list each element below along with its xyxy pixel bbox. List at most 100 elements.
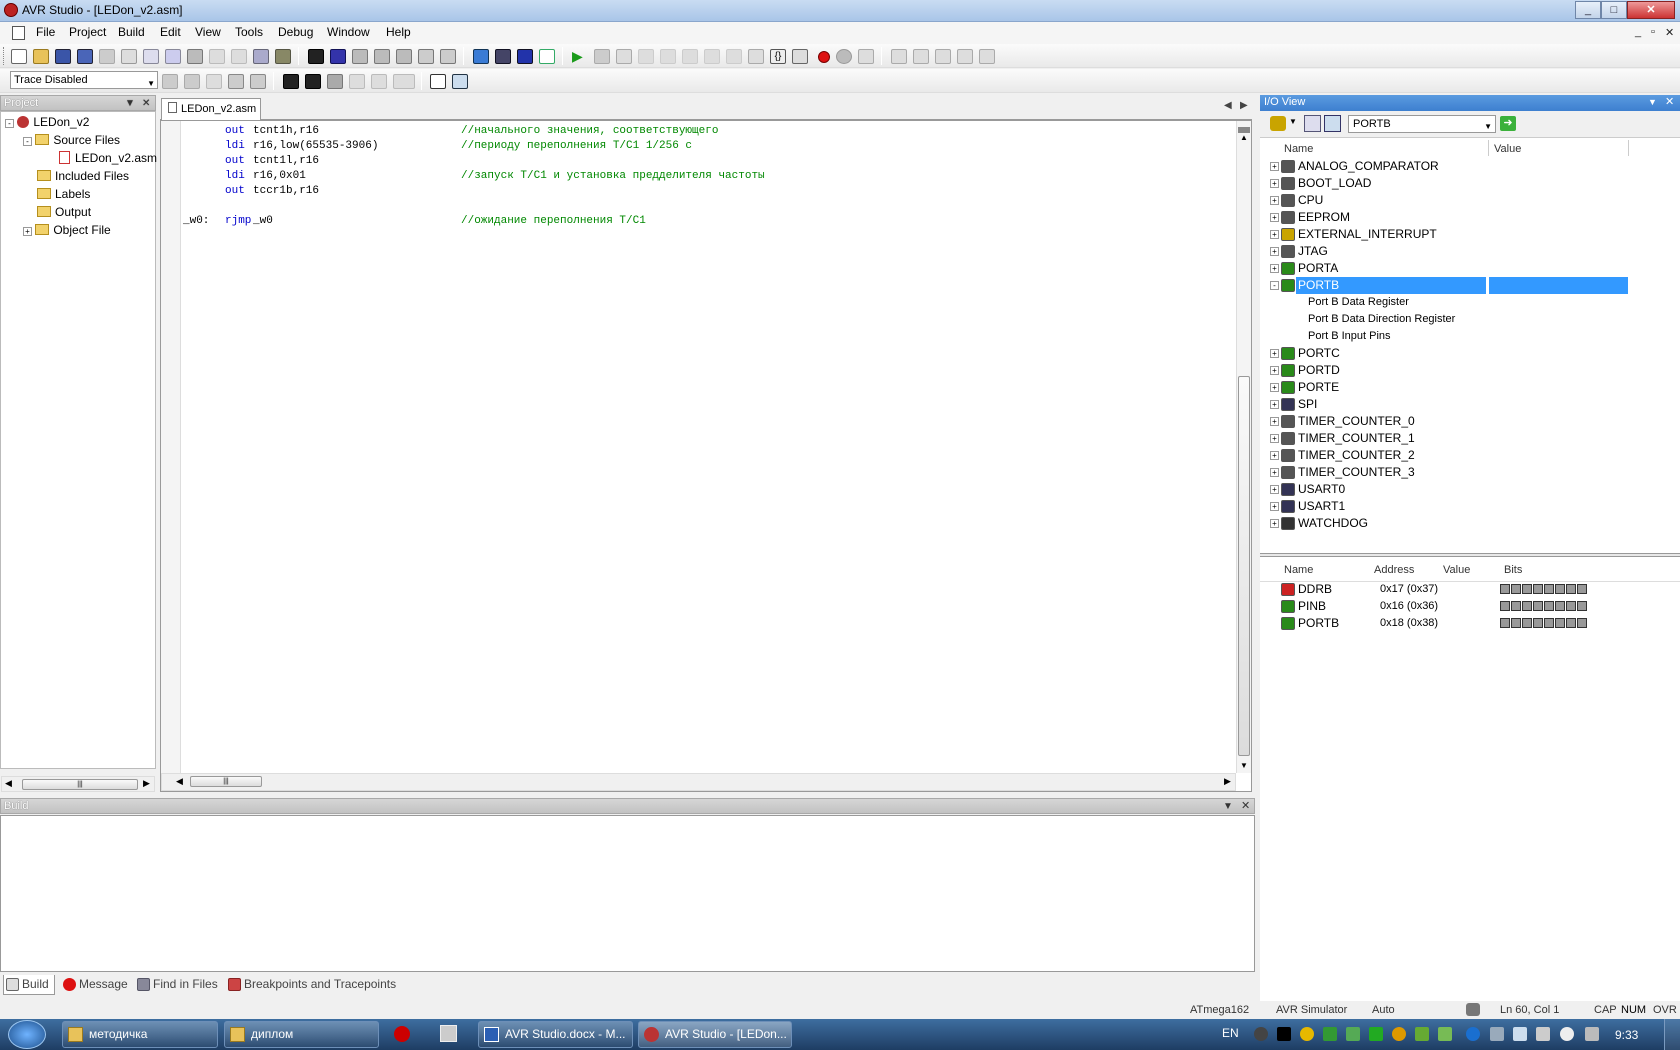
io-item-timer_counter_1[interactable]: + TIMER_COUNTER_1 — [1260, 430, 1680, 447]
start-button[interactable] — [8, 1020, 46, 1049]
tab-message[interactable]: Message — [61, 975, 128, 995]
expand-icon[interactable]: + — [1270, 230, 1279, 239]
replace-icon[interactable] — [330, 49, 346, 64]
tab-ledon-asm[interactable]: LEDon_v2.asm — [161, 98, 261, 120]
io-item-usart0[interactable]: + USART0 — [1260, 481, 1680, 498]
tree-included-files[interactable]: Included Files — [37, 167, 129, 185]
code-line[interactable]: ldi r16,low(65535-3906) //периоду переполн… — [183, 139, 1233, 154]
expand-icon[interactable]: + — [1270, 502, 1279, 511]
reg-col-address[interactable]: Address — [1374, 564, 1414, 576]
pinned-app-icon[interactable] — [440, 1025, 457, 1042]
menu-build[interactable]: Build — [118, 25, 145, 39]
new-file-icon[interactable] — [11, 49, 27, 64]
io-item-watchdog[interactable]: + WATCHDOG — [1260, 515, 1680, 532]
io-item-porta[interactable]: + PORTA — [1260, 260, 1680, 277]
expand-icon[interactable]: + — [1270, 213, 1279, 222]
scroll-thumb[interactable]: ||| — [190, 776, 262, 787]
bookmark-clear-icon[interactable] — [396, 49, 412, 64]
mdi-minimize-button[interactable]: _ — [1635, 26, 1641, 38]
maximize-button[interactable]: □ — [1601, 1, 1627, 19]
bit-cell[interactable] — [1533, 601, 1543, 611]
scroll-down-icon[interactable]: ▼ — [1240, 761, 1248, 770]
project-hscroll[interactable]: ◀ ||| ▶ — [1, 776, 155, 792]
expand-icon[interactable]: + — [1270, 179, 1279, 188]
stop-icon[interactable] — [594, 49, 610, 64]
io-item-timer_counter_2[interactable]: + TIMER_COUNTER_2 — [1260, 447, 1680, 464]
windows-icon[interactable] — [253, 49, 269, 64]
build-icon[interactable] — [473, 49, 489, 64]
watch-icon[interactable] — [891, 49, 907, 64]
tray-app4-icon[interactable] — [1438, 1027, 1452, 1041]
task-word-doc[interactable]: AVR Studio.docx - M... — [478, 1021, 633, 1048]
expand-icon[interactable]: + — [1270, 451, 1279, 460]
tree-labels[interactable]: Labels — [37, 185, 90, 203]
expand-icon[interactable]: + — [1270, 264, 1279, 273]
io-item-external_interrupt[interactable]: + EXTERNAL_INTERRUPT — [1260, 226, 1680, 243]
minimize-button[interactable]: _ — [1575, 1, 1601, 19]
io-item-usart1[interactable]: + USART1 — [1260, 498, 1680, 515]
bit-cell[interactable] — [1544, 601, 1554, 611]
tree-root[interactable]: - LEDon_v2 — [5, 113, 89, 131]
step-out-icon[interactable] — [726, 49, 742, 64]
code-line[interactable]: out tcnt1h,r16 //начального значения, соот… — [183, 124, 1233, 139]
tree-view-icon[interactable] — [1304, 115, 1321, 132]
code-line[interactable]: out tccr1b,r16 — [183, 184, 1233, 199]
expand-icon[interactable]: + — [1270, 349, 1279, 358]
expand-icon[interactable]: + — [23, 227, 32, 236]
scroll-right-icon[interactable]: ▶ — [143, 778, 150, 789]
panel-close-icon[interactable]: ✕ — [142, 97, 150, 111]
menu-tools[interactable]: Tools — [235, 25, 263, 39]
language-indicator[interactable]: EN — [1222, 1026, 1239, 1040]
scroll-right-icon[interactable]: ▶ — [1224, 776, 1231, 787]
bit-cell[interactable] — [1555, 618, 1565, 628]
network-icon[interactable] — [1536, 1027, 1550, 1041]
filter-icon[interactable] — [1270, 116, 1286, 131]
panel-dropdown-icon[interactable]: ▼ — [1648, 95, 1657, 110]
io-item-eeprom[interactable]: + EEPROM — [1260, 209, 1680, 226]
bit-cell[interactable] — [1511, 618, 1521, 628]
trace-up-icon[interactable] — [206, 74, 222, 89]
redo-icon[interactable] — [231, 49, 247, 64]
reg-col-bits[interactable]: Bits — [1504, 564, 1522, 576]
register-row[interactable]: PINB 0x16 (0x36) — [1260, 598, 1680, 615]
trace-clear-icon[interactable] — [184, 74, 200, 89]
io-item-spi[interactable]: + SPI — [1260, 396, 1680, 413]
menu-project[interactable]: Project — [69, 25, 106, 39]
bit-cell[interactable] — [1500, 601, 1510, 611]
task-avr-studio[interactable]: AVR Studio - [LEDon... — [638, 1021, 792, 1048]
con-icon[interactable] — [539, 49, 555, 64]
document-icon[interactable] — [12, 26, 25, 40]
scroll-left-icon[interactable]: ◀ — [5, 778, 12, 789]
close-button[interactable]: ✕ — [1627, 1, 1675, 19]
io-item-timer_counter_3[interactable]: + TIMER_COUNTER_3 — [1260, 464, 1680, 481]
tab-scroll-right-icon[interactable]: ▶ — [1240, 100, 1248, 111]
build-run-icon[interactable] — [495, 49, 511, 64]
bit-cell[interactable] — [1555, 584, 1565, 594]
tree-output[interactable]: Output — [37, 203, 91, 221]
io-item-boot_load[interactable]: + BOOT_LOAD — [1260, 175, 1680, 192]
go-arrow-icon[interactable]: ➜ — [1500, 116, 1516, 131]
editor-vscroll[interactable]: ▲ ▼ — [1236, 121, 1251, 773]
tray-monitor-icon[interactable] — [1513, 1027, 1527, 1041]
panel-close-icon[interactable]: ✕ — [1241, 799, 1250, 813]
bit-cell[interactable] — [1533, 618, 1543, 628]
find-in-files-icon[interactable] — [275, 49, 291, 64]
processor-icon[interactable] — [957, 49, 973, 64]
bookmark-toggle-icon[interactable] — [352, 49, 368, 64]
collapse-icon[interactable]: - — [5, 119, 14, 128]
tray-flag-icon[interactable] — [1490, 1027, 1504, 1041]
toolbar-grip[interactable] — [3, 47, 6, 65]
bit-cell[interactable] — [1511, 601, 1521, 611]
save-icon[interactable] — [55, 49, 71, 64]
io-item-analog_comparator[interactable]: + ANALOG_COMPARATOR — [1260, 158, 1680, 175]
auto-step-icon[interactable]: {} — [770, 49, 786, 64]
tray-app2-icon[interactable] — [1346, 1027, 1360, 1041]
bit-cell[interactable] — [1533, 584, 1543, 594]
bit-cell[interactable] — [1555, 601, 1565, 611]
expand-icon[interactable]: + — [1270, 383, 1279, 392]
editor-hscroll[interactable]: ◀ ||| ▶ — [161, 773, 1236, 791]
clock[interactable]: 9:33 — [1615, 1028, 1638, 1042]
disassembler-icon[interactable] — [792, 49, 808, 64]
auto-icon[interactable] — [393, 74, 415, 89]
expand-icon[interactable]: + — [1270, 400, 1279, 409]
